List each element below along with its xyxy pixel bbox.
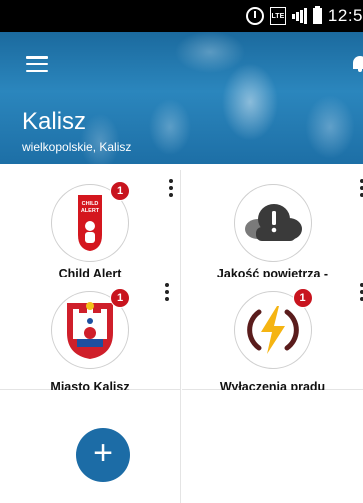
channel-grid: CHILD ALERT 1 Child Alert Jakość powietr…	[0, 164, 363, 503]
status-clock: 12:5	[327, 6, 363, 25]
notification-bell-icon[interactable]	[353, 54, 363, 72]
notification-badge: 1	[110, 181, 130, 201]
tile-child-alert[interactable]: CHILD ALERT 1 Child Alert	[0, 170, 181, 283]
notification-badge: 1	[292, 288, 313, 308]
more-options-icon[interactable]	[168, 179, 174, 197]
notification-badge: 1	[110, 288, 130, 308]
city-header: Kalisz wielkopolskie, Kalisz	[0, 32, 363, 164]
menu-icon[interactable]	[26, 56, 48, 72]
add-channel-button[interactable]: +	[76, 428, 130, 482]
child-alert-icon: CHILD ALERT 1	[51, 181, 130, 262]
tile-air-quality[interactable]: Jakość powietrza - wielkopolskie	[182, 170, 363, 296]
lightning-icon: 1	[233, 288, 313, 369]
alarm-icon	[245, 7, 264, 25]
cloud-alert-icon	[233, 184, 312, 262]
city-subtitle: wielkopolskie, Kalisz	[22, 140, 132, 154]
more-options-icon[interactable]	[359, 283, 363, 301]
more-options-icon[interactable]	[164, 283, 170, 301]
status-bar: LTE 12:5	[0, 0, 363, 32]
tile-miasto-kalisz[interactable]: 1 Miasto Kalisz	[0, 277, 181, 394]
svg-text:ALERT: ALERT	[81, 208, 100, 214]
more-options-icon[interactable]	[359, 179, 363, 197]
city-title: Kalisz	[22, 108, 87, 135]
tile-empty	[182, 390, 363, 503]
tile-power-outages[interactable]: 1 Wyłączenia prądu	[182, 277, 363, 394]
battery-icon	[312, 6, 322, 24]
svg-text:CHILD: CHILD	[82, 201, 99, 207]
lte-icon: LTE	[269, 7, 286, 25]
signal-icon	[291, 8, 307, 24]
tile-add: +	[0, 390, 181, 503]
kalisz-coat-of-arms-icon: 1	[51, 288, 130, 369]
